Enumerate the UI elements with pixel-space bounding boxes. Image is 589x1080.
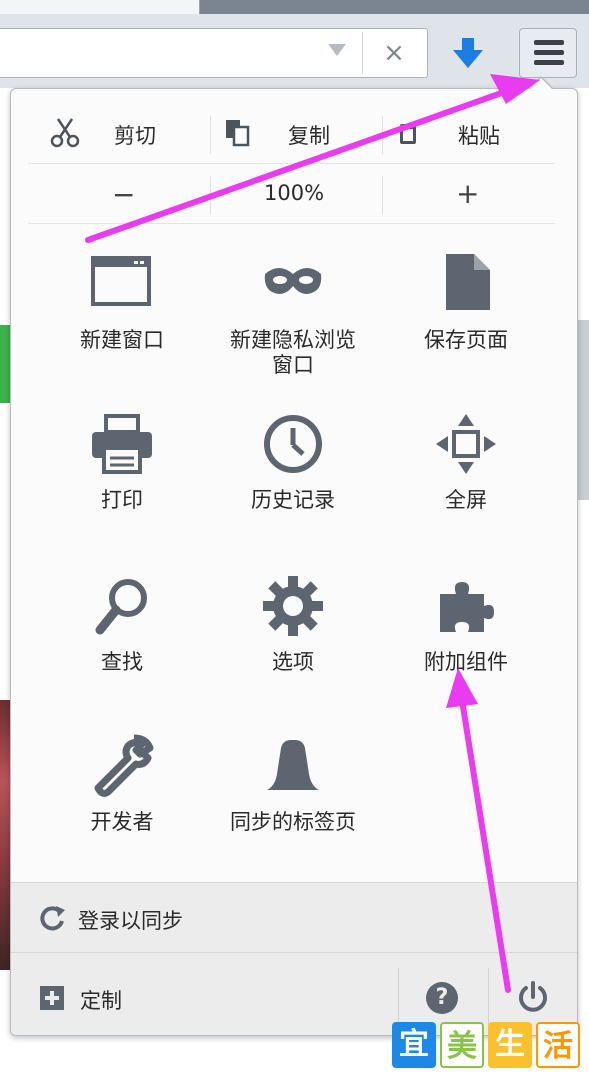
sync-icon [40,906,65,931]
new-window-icon [91,256,151,306]
watermark-char: 宜 [392,1022,436,1068]
save-page-label: 保存页面 [424,328,508,352]
customize-button[interactable]: 定制 [80,985,122,1015]
save-page-button[interactable]: 保存页面 [380,252,552,353]
wrench-icon [94,734,154,797]
find-label: 查找 [101,650,143,674]
history-button[interactable]: 历史记录 [207,412,379,513]
history-clock-icon [264,415,322,473]
paste-button[interactable]: 粘贴 [458,120,500,150]
addons-button[interactable]: 附加组件 [380,574,552,675]
sign-in-sync-label: 登录以同步 [78,909,183,933]
plus-square-icon [40,986,64,1010]
zoom-in-button[interactable]: + [456,177,479,210]
print-label: 打印 [101,488,143,512]
fullscreen-arrows-icon [436,414,496,474]
developer-label: 开发者 [90,810,154,834]
magnifier-icon [95,579,147,635]
scissors-icon [50,118,80,148]
download-arrow-icon [453,38,483,68]
fullscreen-label: 全屏 [445,488,487,512]
new-private-window-button[interactable]: 新建隐私浏览 窗口 [207,252,379,378]
copy-button[interactable]: 复制 [288,120,330,150]
page-scrollbar[interactable] [578,320,589,500]
save-page-icon [446,254,490,310]
watermark-char: 活 [536,1022,580,1068]
hamburger-menu-icon [534,40,564,45]
find-button[interactable]: 查找 [36,574,208,675]
options-label: 选项 [272,650,314,674]
synced-tabs-icon [267,740,319,790]
synced-tabs-label: 同步的标签页 [230,810,356,834]
menu-button[interactable] [519,28,577,78]
url-dropdown-icon[interactable] [328,44,346,56]
url-bar[interactable] [0,28,428,78]
private-mask-icon [264,268,322,294]
options-button[interactable]: 选项 [207,574,379,675]
gear-icon [263,576,323,636]
print-button[interactable]: 打印 [36,412,208,513]
developer-button[interactable]: 开发者 [36,734,208,835]
fullscreen-button[interactable]: 全屏 [380,412,552,513]
paste-icon [400,124,416,144]
help-button[interactable]: ? [426,982,458,1014]
tab-strip [0,0,589,14]
power-icon[interactable] [516,980,550,1014]
tab[interactable] [0,0,200,14]
copy-icon [226,120,250,147]
watermark-char: 生 [488,1022,532,1068]
zoom-out-button[interactable]: − [112,178,135,211]
url-clear-icon[interactable]: × [378,36,410,70]
new-private-window-label: 新建隐私浏览 窗口 [230,328,356,377]
zoom-reset-button[interactable]: 100% [264,181,324,205]
download-button[interactable] [447,30,489,76]
puzzle-piece-icon [440,582,494,632]
synced-tabs-button[interactable]: 同步的标签页 [207,734,379,835]
history-label: 历史记录 [251,488,335,512]
url-divider [362,32,363,74]
cut-button[interactable]: 剪切 [114,120,156,150]
new-window-button[interactable]: 新建窗口 [36,252,208,353]
addons-label: 附加组件 [424,650,508,674]
new-window-label: 新建窗口 [80,328,164,352]
watermark-char: 美 [440,1022,484,1068]
printer-icon [92,414,152,474]
